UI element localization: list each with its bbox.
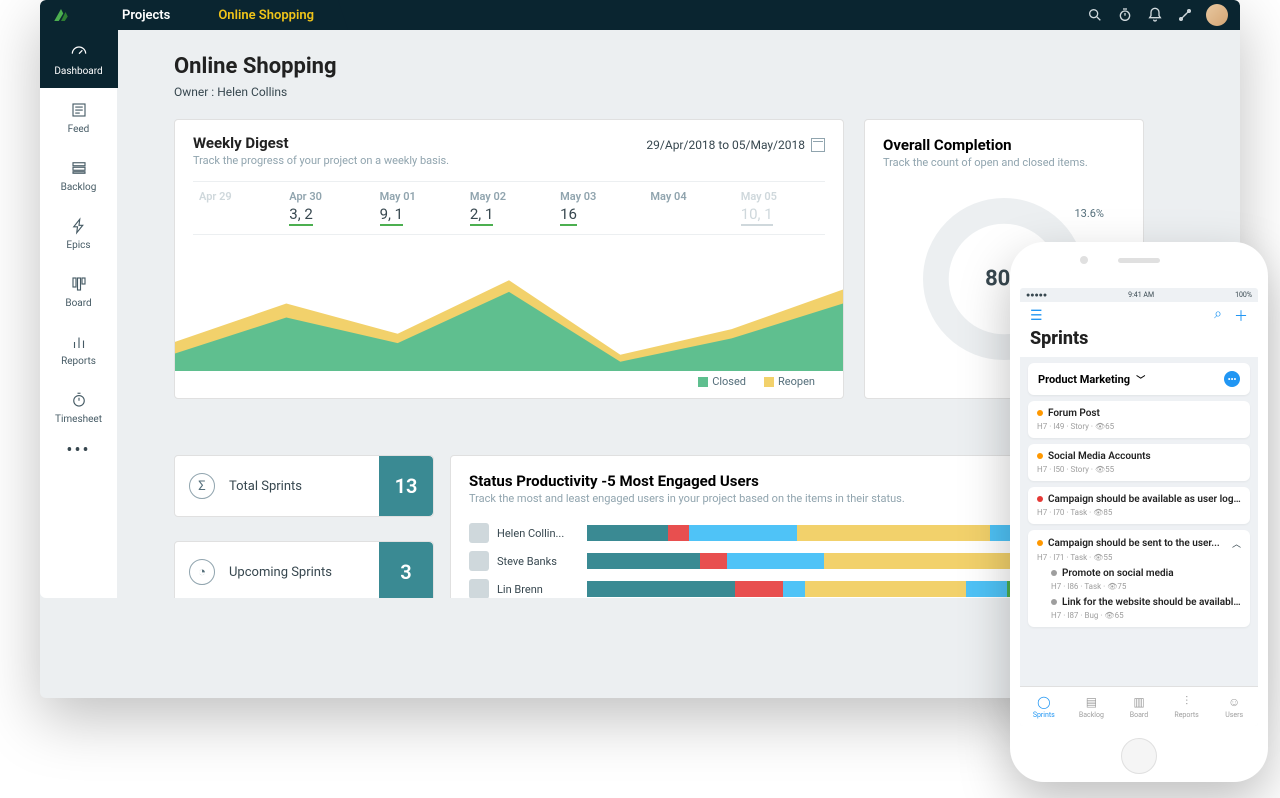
stat-icon: Σ — [189, 473, 215, 499]
sidebar-label: Dashboard — [54, 66, 102, 77]
completion-subtitle: Track the count of open and closed items… — [883, 156, 1125, 169]
timer-icon[interactable] — [1110, 7, 1140, 23]
backlog-icon — [69, 158, 89, 178]
feed-icon — [69, 100, 89, 120]
weekly-legend: Closed Reopen — [193, 371, 825, 388]
user-avatar-small — [469, 579, 489, 598]
phone-mockup: ●●●●●9:41 AM100% ☰ ⌕ ＋ Sprints Product M… — [1010, 242, 1268, 782]
gauge-icon — [69, 42, 89, 62]
weekly-day[interactable]: May 022, 1 — [464, 190, 554, 226]
sprint-stats-column: ΣTotal Sprints13◔Upcoming Sprints3⦿Activ… — [174, 455, 434, 598]
hamburger-icon[interactable]: ☰ — [1030, 308, 1043, 324]
weekly-day[interactable]: May 0316 — [554, 190, 644, 226]
phone-tab[interactable]: ▥Board — [1115, 687, 1163, 726]
page-owner: Owner : Helen Collins — [174, 85, 1144, 99]
sidebar-item-backlog[interactable]: Backlog — [40, 146, 118, 204]
weekly-title: Weekly Digest — [193, 134, 449, 152]
phone-tab[interactable]: ▤Backlog — [1068, 687, 1116, 726]
sidebar-item-timesheet[interactable]: Timesheet — [40, 378, 118, 436]
phone-add-icon[interactable]: ＋ — [1234, 306, 1248, 326]
chevron-down-icon: ﹀ — [1134, 376, 1145, 386]
sidebar-label: Backlog — [61, 182, 97, 193]
weekly-subtitle: Track the progress of your project on a … — [193, 154, 449, 167]
top-bar: Projects Online Shopping — [40, 0, 1240, 30]
completion-slice-label: 13.6% — [1074, 207, 1104, 220]
phone-search-icon[interactable]: ⌕ — [1214, 306, 1222, 326]
sidebar-item-reports[interactable]: Reports — [40, 320, 118, 378]
weekly-day[interactable]: Apr 303, 2 — [283, 190, 373, 226]
weekly-area-chart — [175, 243, 843, 371]
phone-home-button[interactable] — [1121, 738, 1157, 774]
sidebar-label: Reports — [61, 356, 96, 367]
phone-project-selector[interactable]: Product Marketing ﹀ ••• — [1028, 363, 1250, 395]
sidebar-label: Feed — [68, 124, 90, 135]
reports-icon — [69, 332, 89, 352]
weekly-days-row: Apr 29Apr 303, 2May 019, 1May 022, 1May … — [193, 181, 825, 235]
user-avatar-small — [469, 523, 489, 543]
phone-tab[interactable]: ☺Users — [1210, 687, 1258, 726]
weekly-digest-card: Weekly Digest Track the progress of your… — [174, 119, 844, 399]
chevron-up-icon: ︿ — [1232, 537, 1241, 550]
nav-active-project[interactable]: Online Shopping — [194, 0, 338, 30]
tools-icon[interactable] — [1170, 7, 1200, 23]
phone-title: Sprints — [1030, 328, 1248, 349]
sidebar-item-board[interactable]: Board — [40, 262, 118, 320]
stat-card[interactable]: ◔Upcoming Sprints3 — [174, 541, 434, 598]
phone-list-item[interactable]: Campaign should be sent to the user...︿H… — [1028, 530, 1250, 627]
phone-tab[interactable]: ⫶Reports — [1163, 687, 1211, 726]
phone-project-badge: ••• — [1224, 371, 1240, 387]
stat-icon: ◔ — [189, 559, 215, 585]
weekly-day[interactable]: May 019, 1 — [374, 190, 464, 226]
phone-item-list[interactable]: Forum PostH7 · I49 · Story · 👁65 Social M… — [1020, 401, 1258, 686]
phone-tab[interactable]: ◯Sprints — [1020, 687, 1068, 726]
sidebar-item-feed[interactable]: Feed — [40, 88, 118, 146]
sidebar-label: Epics — [66, 240, 90, 251]
page-title: Online Shopping — [174, 54, 1144, 79]
phone-list-item[interactable]: Forum PostH7 · I49 · Story · 👁65 — [1028, 401, 1250, 438]
epic-icon — [69, 216, 89, 236]
date-range-picker[interactable]: 29/Apr/2018 to 05/May/2018 — [646, 134, 825, 153]
stopwatch-icon — [69, 390, 89, 410]
user-avatar[interactable] — [1206, 4, 1228, 26]
bell-icon[interactable] — [1140, 7, 1170, 23]
phone-tab-bar: ◯Sprints▤Backlog▥Board⫶Reports☺Users — [1020, 686, 1258, 726]
nav-projects[interactable]: Projects — [98, 0, 194, 30]
weekly-day[interactable]: May 0510, 1 — [735, 190, 825, 226]
sidebar-item-dashboard[interactable]: Dashboard — [40, 30, 118, 88]
sidebar-label: Board — [65, 298, 91, 309]
phone-header: ☰ ⌕ ＋ Sprints — [1020, 302, 1258, 357]
sidebar-item-epics[interactable]: Epics — [40, 204, 118, 262]
completion-title: Overall Completion — [883, 136, 1125, 154]
phone-list-item[interactable]: Campaign should be available as user log… — [1028, 487, 1250, 524]
sidebar-label: Timesheet — [55, 414, 102, 425]
calendar-icon — [811, 138, 825, 152]
sidebar-more-icon[interactable]: ••• — [66, 440, 90, 461]
search-icon[interactable] — [1080, 7, 1110, 23]
left-sidebar: Dashboard Feed Backlog Epics Board Repor… — [40, 30, 118, 598]
app-logo-icon — [52, 6, 70, 24]
stat-card[interactable]: ΣTotal Sprints13 — [174, 455, 434, 517]
weekly-day[interactable]: May 04 — [644, 190, 734, 226]
phone-status-bar: ●●●●●9:41 AM100% — [1020, 288, 1258, 302]
phone-list-item[interactable]: Social Media AccountsH7 · I50 · Story · … — [1028, 444, 1250, 481]
phone-screen: ●●●●●9:41 AM100% ☰ ⌕ ＋ Sprints Product M… — [1020, 288, 1258, 726]
board-icon — [69, 274, 89, 294]
weekly-day[interactable]: Apr 29 — [193, 190, 283, 226]
user-avatar-small — [469, 551, 489, 571]
